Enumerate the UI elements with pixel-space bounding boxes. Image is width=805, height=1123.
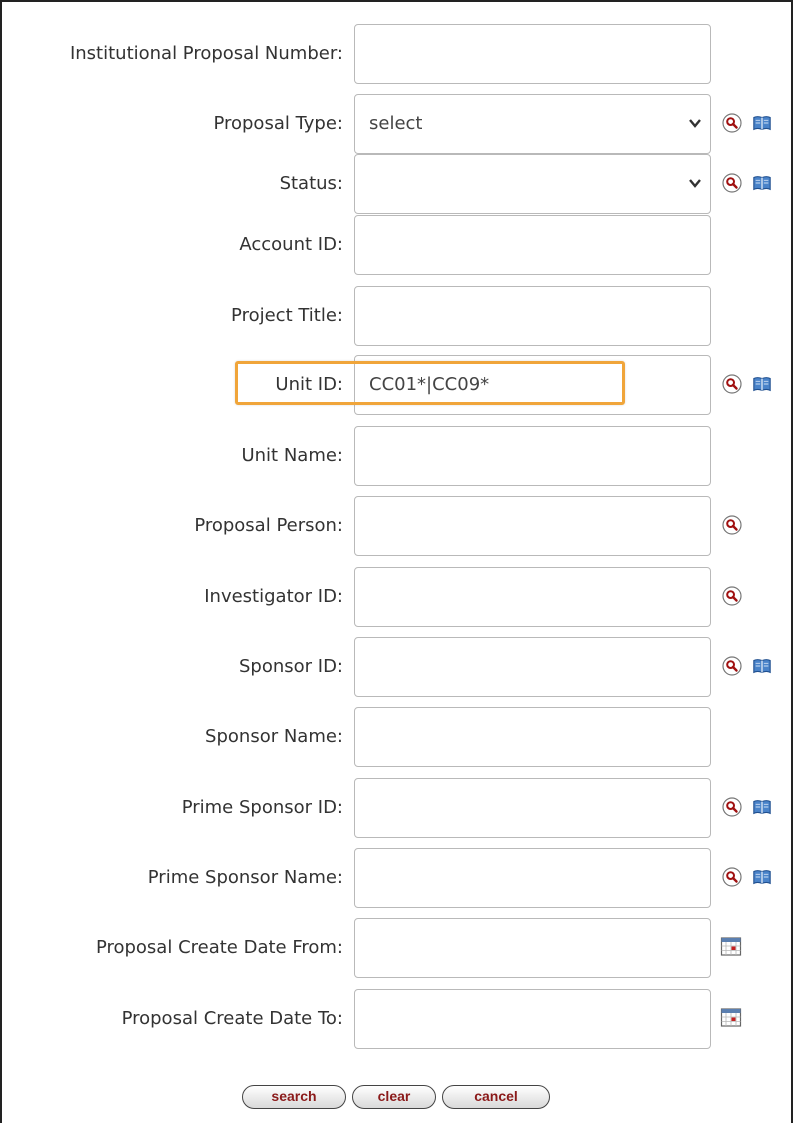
lookup-icon[interactable] [722,515,742,535]
search-button[interactable]: search [242,1085,346,1109]
row-unit-name: Unit Name: [0,426,805,486]
institutional-proposal-number-input[interactable] [354,24,711,84]
row-proposal-type: Proposal Type: select [0,94,805,154]
account-id-input[interactable] [354,215,711,275]
prime-sponsor-id-input[interactable] [354,778,711,838]
institutional-proposal-number-label: Institutional Proposal Number: [69,43,343,64]
help-book-icon[interactable] [752,797,772,817]
row-institutional-proposal-number: Institutional Proposal Number: [0,24,805,84]
prime-sponsor-id-label: Prime Sponsor ID: [181,797,343,818]
lookup-icon[interactable] [722,586,742,606]
lookup-icon[interactable] [722,656,742,676]
help-book-icon[interactable] [752,656,772,676]
project-title-label: Project Title: [231,305,343,326]
chevron-down-icon [689,179,701,188]
lookup-icon[interactable] [722,797,742,817]
proposal-type-select[interactable]: select [354,94,711,154]
row-proposal-create-date-to: Proposal Create Date To: [0,989,805,1049]
help-book-icon[interactable] [752,374,772,394]
row-proposal-create-date-from: Proposal Create Date From: [0,918,805,978]
action-buttons: search clear cancel [0,1085,805,1111]
prime-sponsor-name-label: Prime Sponsor Name: [147,867,343,888]
lookup-icon[interactable] [722,113,742,133]
row-investigator-id: Investigator ID: [0,567,805,627]
proposal-create-date-from-input[interactable] [354,918,711,978]
proposal-create-date-from-label: Proposal Create Date From: [95,937,343,958]
row-account-id: Account ID: [0,215,805,275]
investigator-id-label: Investigator ID: [204,586,343,607]
row-sponsor-name: Sponsor Name: [0,707,805,767]
account-id-label: Account ID: [239,234,343,255]
row-project-title: Project Title: [0,286,805,346]
clear-button[interactable]: clear [352,1085,436,1109]
help-book-icon[interactable] [752,867,772,887]
calendar-icon[interactable] [720,935,742,957]
help-book-icon[interactable] [752,113,772,133]
proposal-person-input[interactable] [354,496,711,556]
unit-id-input[interactable]: CC01*|CC09* [354,355,711,415]
row-prime-sponsor-name: Prime Sponsor Name: [0,848,805,908]
status-label: Status: [279,173,343,194]
sponsor-id-input[interactable] [354,637,711,697]
row-status: Status: [0,154,805,214]
status-select[interactable] [354,154,711,214]
unit-id-value: CC01*|CC09* [369,374,490,395]
help-book-icon[interactable] [752,173,772,193]
sponsor-name-input[interactable] [354,707,711,767]
proposal-create-date-to-label: Proposal Create Date To: [121,1008,343,1029]
prime-sponsor-name-input[interactable] [354,848,711,908]
proposal-create-date-to-input[interactable] [354,989,711,1049]
unit-name-input[interactable] [354,426,711,486]
row-unit-id: Unit ID: CC01*|CC09* [0,355,805,415]
chevron-down-icon [689,119,701,128]
proposal-person-label: Proposal Person: [194,515,343,536]
lookup-icon[interactable] [722,867,742,887]
calendar-icon[interactable] [720,1006,742,1028]
row-sponsor-id: Sponsor ID: [0,637,805,697]
row-prime-sponsor-id: Prime Sponsor ID: [0,778,805,838]
cancel-button[interactable]: cancel [442,1085,550,1109]
proposal-type-selected-value: select [369,113,423,134]
investigator-id-input[interactable] [354,567,711,627]
proposal-type-label: Proposal Type: [213,113,343,134]
sponsor-id-label: Sponsor ID: [238,656,343,677]
unit-name-label: Unit Name: [241,445,343,466]
lookup-icon[interactable] [722,173,742,193]
unit-id-label: Unit ID: [275,374,343,395]
project-title-input[interactable] [354,286,711,346]
row-proposal-person: Proposal Person: [0,496,805,556]
lookup-icon[interactable] [722,374,742,394]
sponsor-name-label: Sponsor Name: [205,726,343,747]
